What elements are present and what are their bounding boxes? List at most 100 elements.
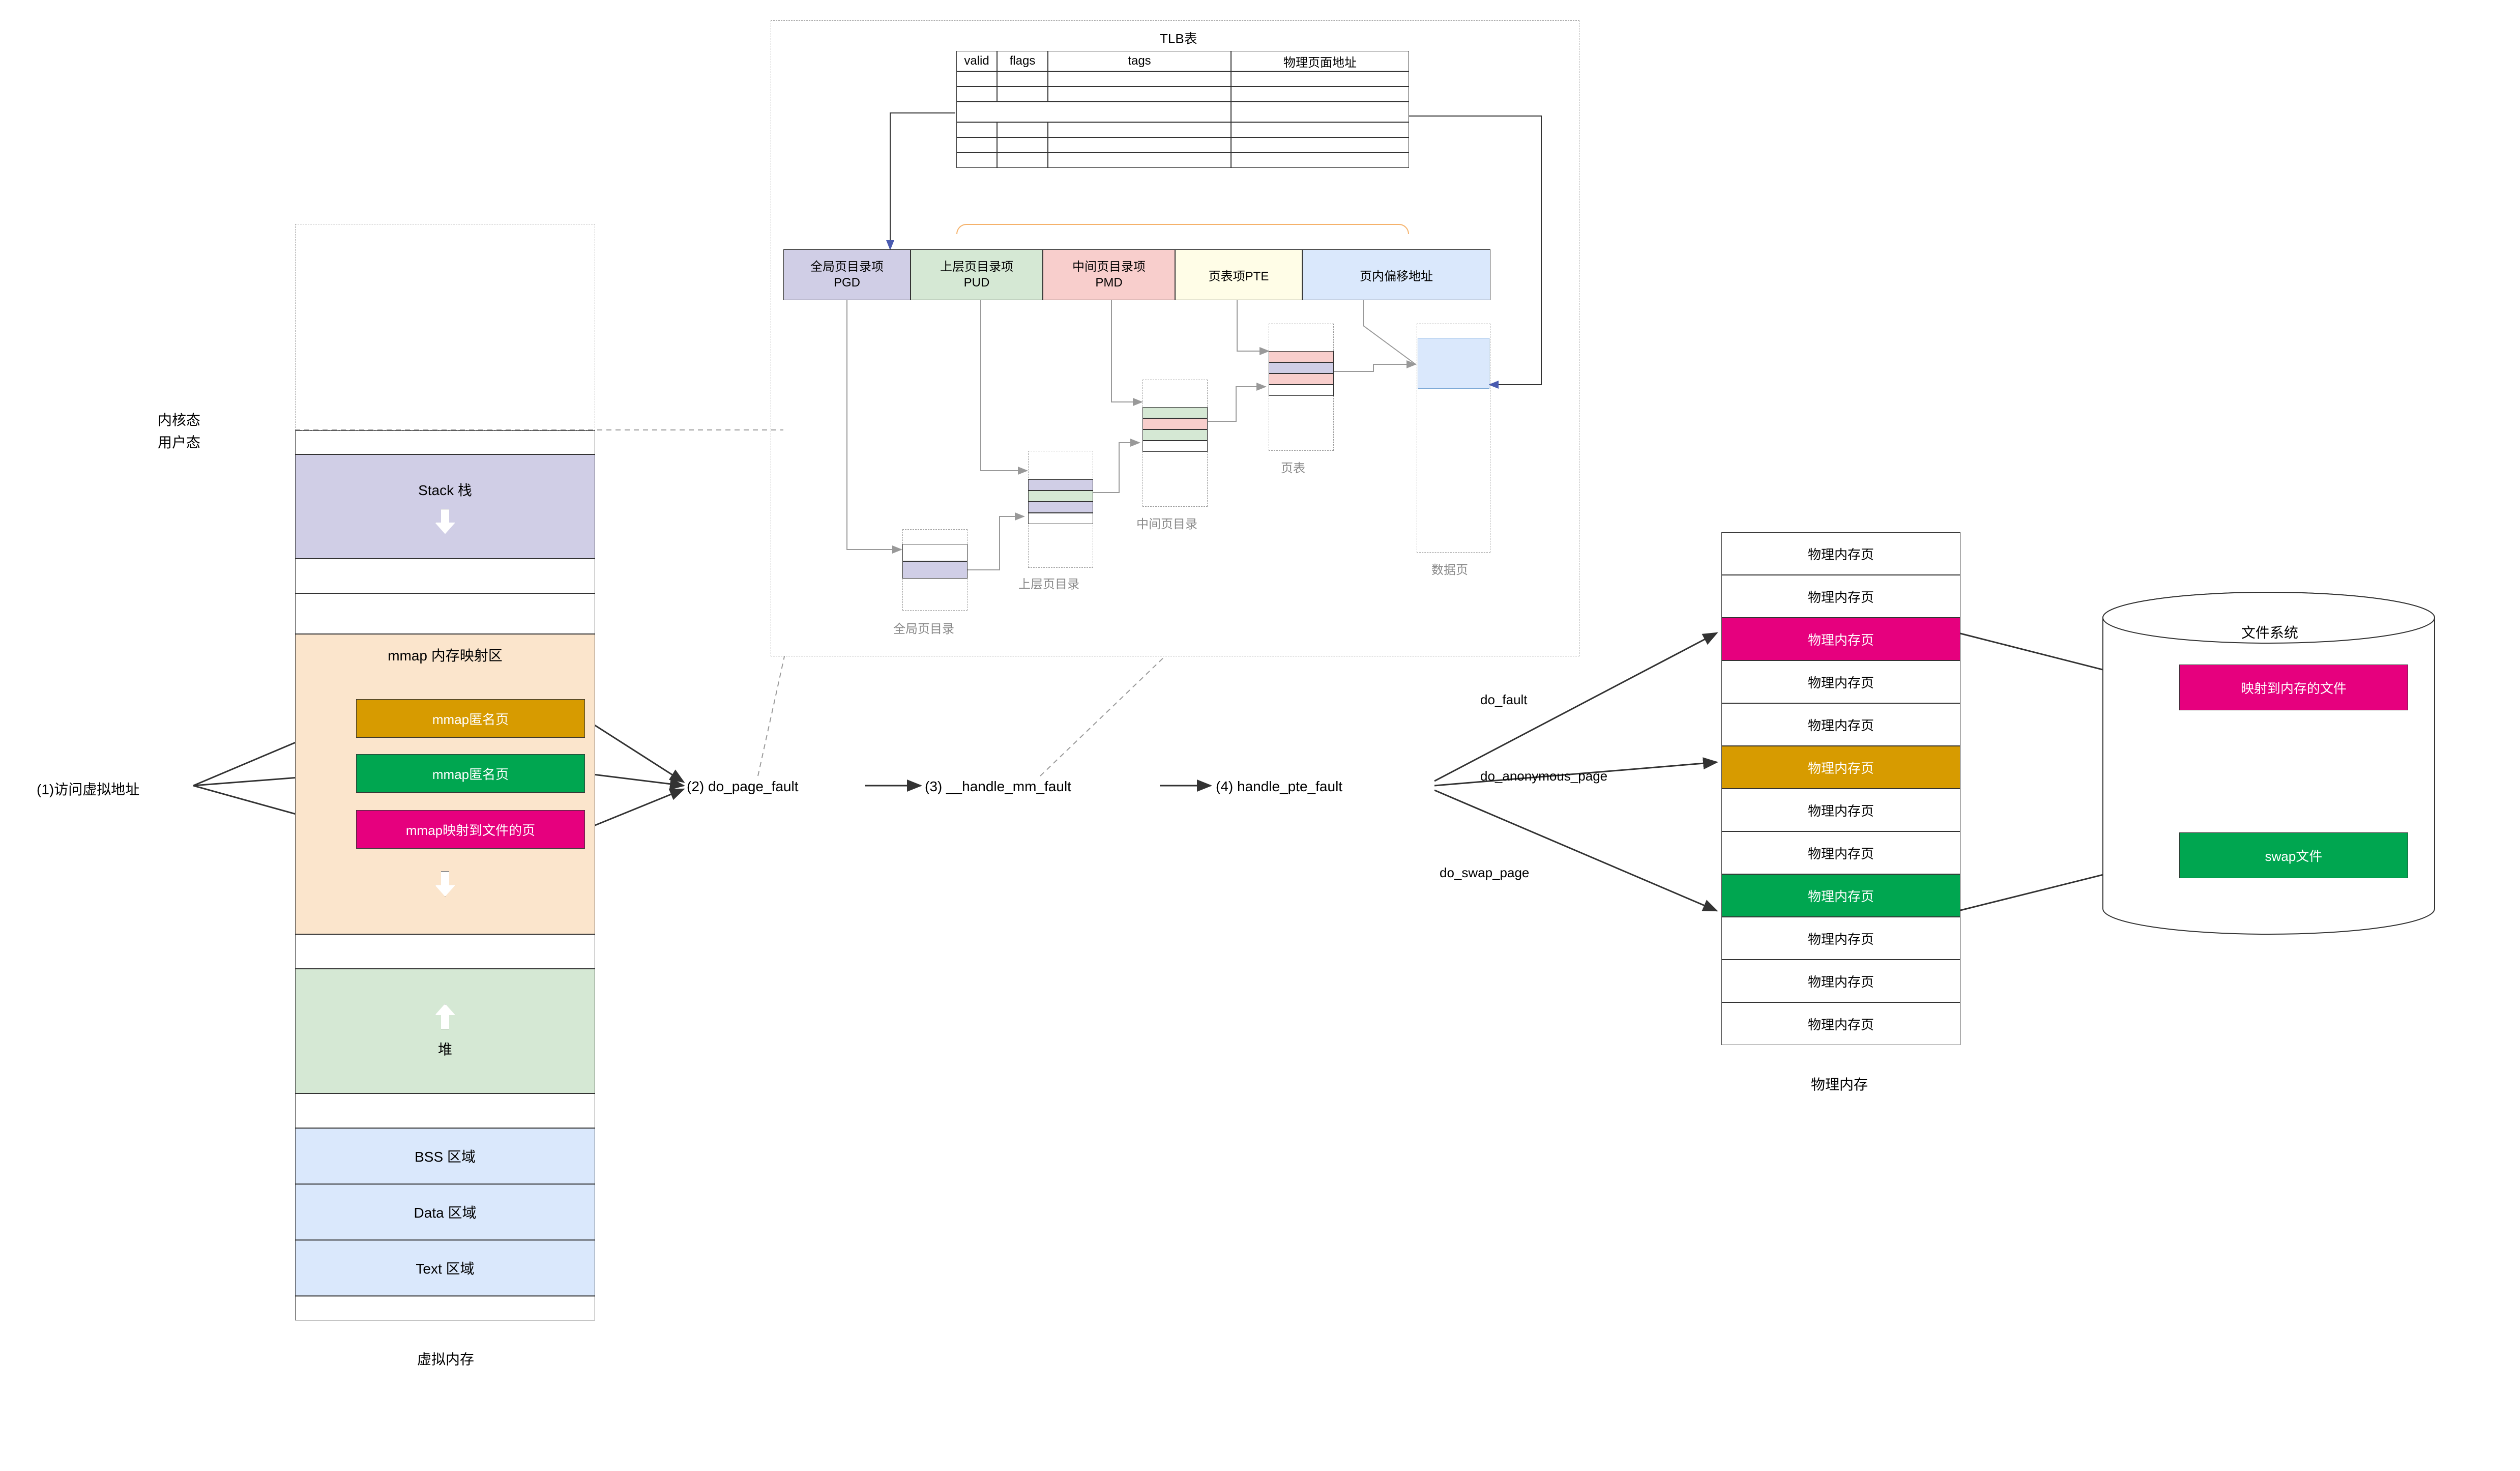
pud-sub: PUD [964,275,990,291]
mmap-section-label: mmap 内存映射区 [388,645,503,665]
pt-row-d [1269,385,1334,396]
tlb-r5c2 [997,137,1048,153]
pud-top: 上层页目录项 [940,259,1013,275]
heap-label: 堆 [438,1039,452,1059]
pgd-tbl-label: 全局页目录 [893,619,954,637]
offset-box: 页内偏移地址 [1302,249,1490,300]
gap4 [295,1296,595,1320]
tlb-r6c2 [997,153,1048,168]
gap2 [295,934,595,969]
tlb-r3-val-highlight [1231,102,1409,122]
tlb-col-paddr: 物理页面地址 [1231,51,1409,71]
pud-tbl-label: 上层页目录 [1018,574,1079,592]
pmd-row-a [1142,407,1208,418]
step3-label: (3) __handle_mm_fault [925,778,1071,795]
bss-section: BSS 区域 [295,1128,595,1184]
gap3 [295,1093,595,1128]
pmd-box: 中间页目录项 PMD [1043,249,1175,300]
tlb-r4c4 [1231,122,1409,137]
pmd-sub: PMD [1095,275,1122,291]
tlb-r1c1 [956,71,997,86]
do-fault-label: do_fault [1480,692,1528,708]
kernel-space-label: 内核态 [158,409,200,429]
tlb-r4c1 [956,122,997,137]
phys-row-8: 物理内存页 [1721,831,1960,874]
stack-label: Stack 栈 [418,479,472,500]
tlb-r5c3 [1048,137,1231,153]
phys-row-5: 物理内存页 [1721,703,1960,746]
gap1b [295,593,595,634]
pud-row-d [1028,513,1093,524]
tlb-r6c1 [956,153,997,168]
data-page-hl [1418,338,1489,389]
phys-row-11: 物理内存页 [1721,960,1960,1002]
pt-row-c [1269,373,1334,385]
tlb-col-flags: flags [997,51,1048,71]
pt-row-b [1269,362,1334,373]
pmd-row-c [1142,429,1208,441]
virtual-memory-label: 虚拟内存 [417,1348,474,1369]
phys-row-2: 物理内存页 [1721,575,1960,618]
pud-row-a [1028,479,1093,491]
do-anonymous-page-label: do_anonymous_page [1480,768,1607,784]
phys-row-4: 物理内存页 [1721,660,1960,703]
fs-swap-file: swap文件 [2179,832,2408,878]
phys-row-12: 物理内存页 [1721,1002,1960,1045]
tlb-r2c4 [1231,86,1409,102]
tlb-r2c3 [1048,86,1231,102]
step4-label: (4) handle_pte_fault [1216,778,1342,795]
data-page-label: 数据页 [1431,560,1468,578]
pud-row-b [1028,491,1093,502]
tlb-r6c4 [1231,153,1409,168]
pud-box: 上层页目录项 PUD [911,249,1043,300]
pmd-row-d [1142,441,1208,452]
text-section: Text 区域 [295,1240,595,1296]
kernel-box [295,224,595,430]
tlb-r3-key-highlight [956,102,1231,122]
tlb-r2c2 [997,86,1048,102]
tlb-r1c4 [1231,71,1409,86]
tlb-r5c4 [1231,137,1409,153]
tlb-r2c1 [956,86,997,102]
phys-memory-label: 物理内存 [1811,1074,1868,1094]
pmd-top: 中间页目录项 [1072,259,1146,275]
gap0 [295,430,595,454]
phys-row-10: 物理内存页 [1721,917,1960,960]
stack-section: Stack 栈 [295,454,595,559]
data-section: Data 区域 [295,1184,595,1240]
tlb-title: TLB表 [1160,28,1197,47]
mmap-anon-2: mmap匿名页 [356,754,585,793]
tlb-col-valid: valid [956,51,997,71]
pmd-row-b [1142,418,1208,429]
tlb-r1c2 [997,71,1048,86]
pmd-tbl-label: 中间页目录 [1136,514,1197,532]
tlb-bracket [956,224,1409,234]
tlb-r6c3 [1048,153,1231,168]
step1-label: (1)访问虚拟地址 [37,778,139,799]
pt-row-a [1269,351,1334,362]
phys-row-6: 物理内存页 [1721,746,1960,789]
tlb-r5c1 [956,137,997,153]
tlb-r4c3 [1048,122,1231,137]
heap-section: 堆 [295,969,595,1093]
heap-arrow-up-icon [435,1004,455,1029]
fs-title: 文件系统 [2241,622,2298,642]
mmap-arrow-down-icon [435,871,455,897]
tlb-r1c3 [1048,71,1231,86]
phys-row-3: 物理内存页 [1721,618,1960,660]
tlb-col-tags: tags [1048,51,1231,71]
step2-label: (2) do_page_fault [687,778,799,795]
phys-row-9: 物理内存页 [1721,874,1960,917]
pgd-box: 全局页目录项 PGD [783,249,911,300]
fs-mapped-file: 映射到内存的文件 [2179,665,2408,710]
pgd-row-hl [902,561,968,579]
pud-row-c [1028,502,1093,513]
mmap-anon-1: mmap匿名页 [356,699,585,738]
gap1 [295,559,595,593]
tlb-r4c2 [997,122,1048,137]
pgd-row-top [902,544,968,561]
pgd-sub: PGD [834,275,860,291]
phys-row-1: 物理内存页 [1721,532,1960,575]
user-space-label: 用户态 [158,431,200,452]
pt-tbl-label: 页表 [1281,458,1305,476]
